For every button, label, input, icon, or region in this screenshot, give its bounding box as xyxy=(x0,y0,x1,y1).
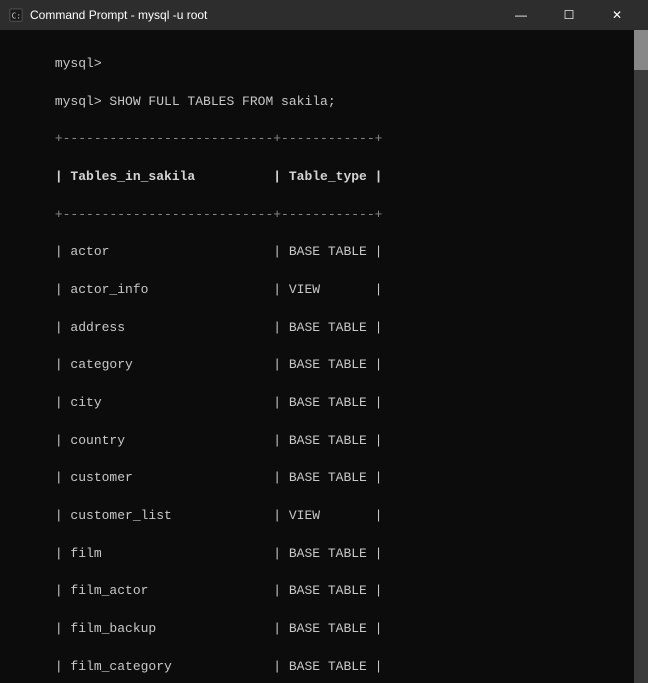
border-mid: +---------------------------+-----------… xyxy=(55,207,383,222)
row-actor: | actor | BASE TABLE | xyxy=(55,244,383,259)
row-category: | category | BASE TABLE | xyxy=(55,357,383,372)
command-line: mysql> SHOW FULL TABLES FROM sakila; xyxy=(55,94,336,109)
row-film-backup: | film_backup | BASE TABLE | xyxy=(55,621,383,636)
scrollbar-thumb[interactable] xyxy=(634,30,648,70)
maximize-button[interactable]: ☐ xyxy=(546,0,592,30)
terminal-body[interactable]: mysql> mysql> SHOW FULL TABLES FROM saki… xyxy=(0,30,648,683)
scrollbar-track[interactable] xyxy=(634,30,648,683)
row-country: | country | BASE TABLE | xyxy=(55,433,383,448)
row-customer-list: | customer_list | VIEW | xyxy=(55,508,383,523)
border-top: +---------------------------+-----------… xyxy=(55,131,383,146)
row-film: | film | BASE TABLE | xyxy=(55,546,383,561)
close-button[interactable]: ✕ xyxy=(594,0,640,30)
terminal-content: mysql> mysql> SHOW FULL TABLES FROM saki… xyxy=(8,36,640,683)
svg-text:C:: C: xyxy=(12,12,21,21)
window-controls: — ☐ ✕ xyxy=(498,0,640,30)
row-actor-info: | actor_info | VIEW | xyxy=(55,282,383,297)
row-customer: | customer | BASE TABLE | xyxy=(55,470,383,485)
window: C: Command Prompt - mysql -u root — ☐ ✕ … xyxy=(0,0,648,683)
window-icon: C: xyxy=(8,7,24,23)
prompt-line-1: mysql> xyxy=(55,56,110,71)
row-city: | city | BASE TABLE | xyxy=(55,395,383,410)
row-address: | address | BASE TABLE | xyxy=(55,320,383,335)
title-bar: C: Command Prompt - mysql -u root — ☐ ✕ xyxy=(0,0,648,30)
minimize-button[interactable]: — xyxy=(498,0,544,30)
row-film-category: | film_category | BASE TABLE | xyxy=(55,659,383,674)
window-title: Command Prompt - mysql -u root xyxy=(30,8,498,22)
row-film-actor: | film_actor | BASE TABLE | xyxy=(55,583,383,598)
table-header: | Tables_in_sakila | Table_type | xyxy=(55,169,383,184)
